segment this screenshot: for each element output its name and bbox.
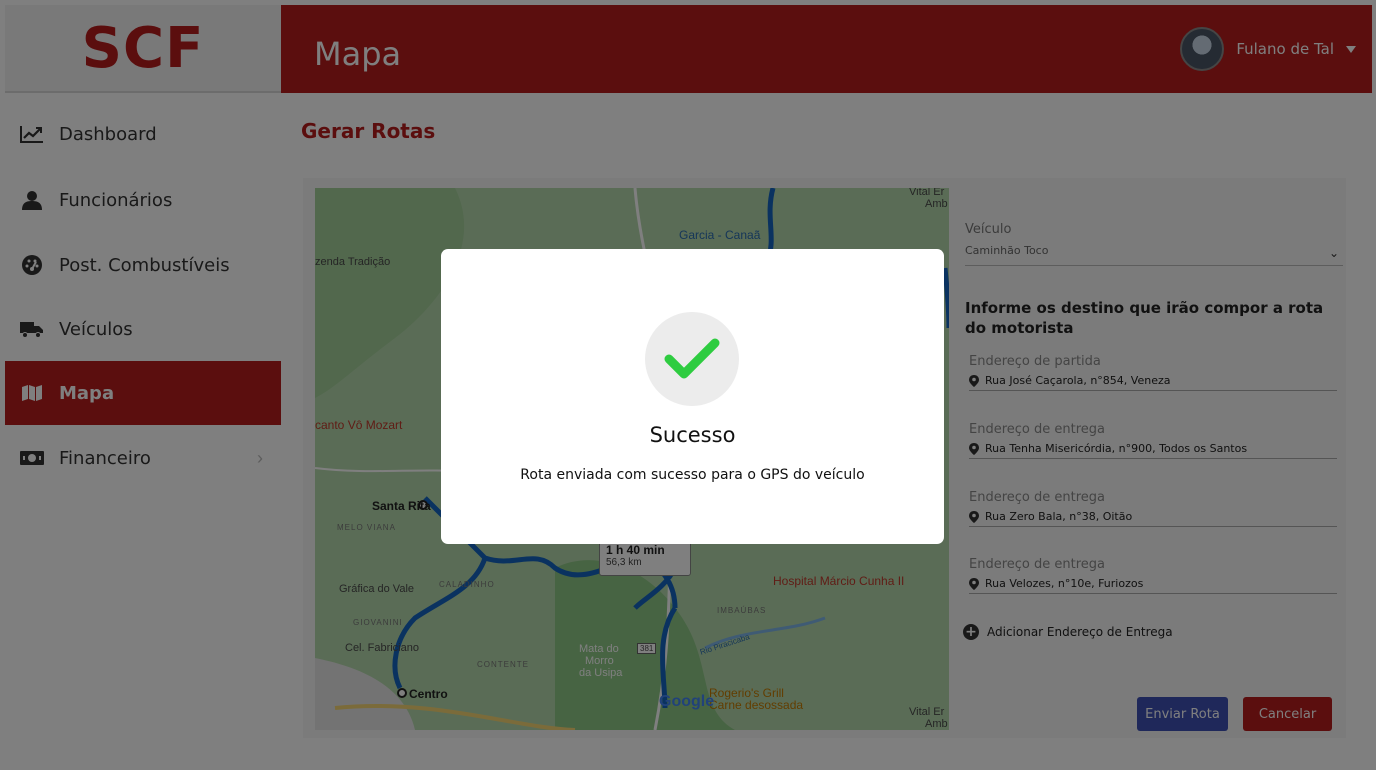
success-icon-circle <box>645 312 739 406</box>
checkmark-icon <box>664 338 720 379</box>
success-dialog: Sucesso Rota enviada com sucesso para o … <box>441 249 944 544</box>
dialog-title: Sucesso <box>649 423 736 447</box>
dialog-message: Rota enviada com sucesso para o GPS do v… <box>520 467 865 483</box>
